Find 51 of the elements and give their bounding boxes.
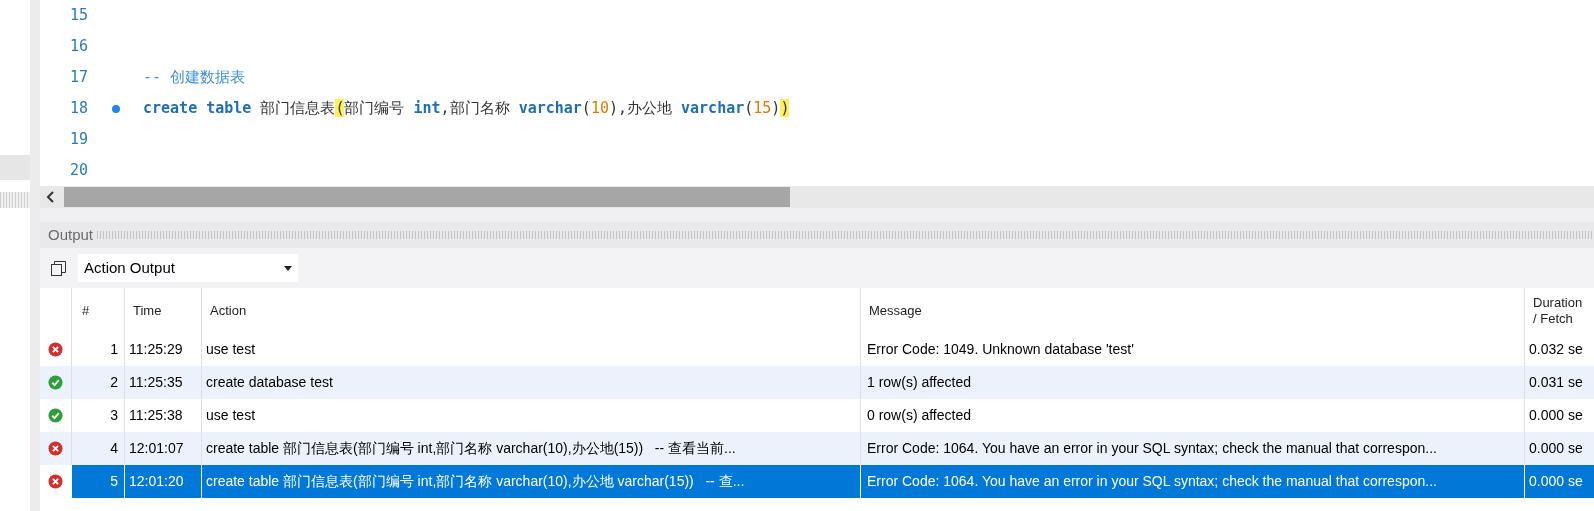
action-cell-text: create database test: [206, 373, 333, 392]
time-cell-text: 12:01:07: [129, 439, 184, 458]
code-line: -- 创建数据表: [143, 67, 246, 89]
scroll-left-icon[interactable]: [46, 191, 56, 203]
row-number: 5: [110, 472, 118, 491]
success-icon: [48, 375, 63, 390]
error-icon: [48, 474, 63, 489]
duration-cell-text: 0.032 se: [1529, 340, 1583, 359]
row-number: 2: [110, 373, 118, 392]
horizontal-scrollbar[interactable]: [40, 186, 1594, 208]
line-number: 20: [68, 160, 88, 182]
line-number: 19: [68, 129, 88, 151]
time-cell-text: 11:25:35: [129, 373, 183, 392]
error-icon: [48, 441, 63, 456]
message-cell-text: Error Code: 1064. You have an error in your SQL syntax; check the manual that correspon...: [867, 472, 1437, 491]
row-number: 4: [110, 439, 118, 458]
line-number: 17: [68, 67, 88, 89]
row-number: 3: [110, 406, 118, 425]
splitter-grip[interactable]: [0, 192, 30, 208]
message-cell-text: Error Code: 1049. Unknown database 'test': [867, 340, 1134, 359]
output-row[interactable]: 4 12:01:07 create table 部门信息表(部门编号 int,部门名称 varchar(10),办公地(15)) -- 查看当前... Error Code: 1064. You have an error in your SQL syntax; check the manual that correspon... 0.000 se: [40, 432, 1594, 465]
copy-icon[interactable]: [50, 259, 68, 277]
message-cell-text: Error Code: 1064. You have an error in your SQL syntax; check the manual that correspon...: [867, 439, 1437, 458]
row-number: 1: [110, 340, 118, 359]
action-cell-text: use test: [206, 340, 256, 359]
duration-cell-text: 0.000 se: [1529, 406, 1583, 425]
action-cell-text: use test: [206, 406, 256, 425]
line-number: 18: [68, 98, 88, 120]
sidebar-item[interactable]: [0, 155, 30, 180]
time-cell-text: 11:25:29: [129, 340, 183, 359]
message-cell-text: 0 row(s) affected: [867, 406, 971, 425]
time-cell-text: 11:25:38: [129, 406, 183, 425]
duration-cell-text: 0.031 se: [1529, 373, 1583, 392]
output-row[interactable]: 5 12:01:20 create table 部门信息表(部门编号 int,部门名称 varchar(10),办公地 varchar(15)) -- 查... Error Code: 1064. You have an error in your SQL syntax; check the manual that correspon... 0.000 se: [40, 465, 1594, 498]
line-number: 16: [68, 36, 88, 58]
scrollbar-thumb[interactable]: [64, 187, 790, 207]
splitter-bar[interactable]: [30, 0, 40, 511]
panel-title: Output: [48, 224, 94, 245]
message-cell-text: 1 row(s) affected: [867, 373, 971, 392]
duration-cell-text: 0.000 se: [1529, 439, 1583, 458]
column-header[interactable]: Duration / Fetch: [1525, 288, 1594, 333]
success-icon: [48, 408, 63, 423]
line-number: 15: [68, 5, 88, 27]
time-cell-text: 12:01:20: [129, 472, 184, 491]
duration-cell-text: 0.000 se: [1529, 472, 1583, 491]
action-cell-text: create table 部门信息表(部门编号 int,部门名称 varchar(10),办公地 varchar(15)) -- 查...: [206, 472, 745, 491]
caret-icon: [284, 265, 292, 271]
error-icon: [48, 342, 63, 357]
output-row[interactable]: 2 11:25:35 create database test 1 row(s) affected 0.031 se: [40, 366, 1594, 399]
action-cell-text: create table 部门信息表(部门编号 int,部门名称 varchar(10),办公地(15)) -- 查看当前...: [206, 439, 736, 458]
output-type-dropdown[interactable]: Action Output: [78, 254, 298, 282]
